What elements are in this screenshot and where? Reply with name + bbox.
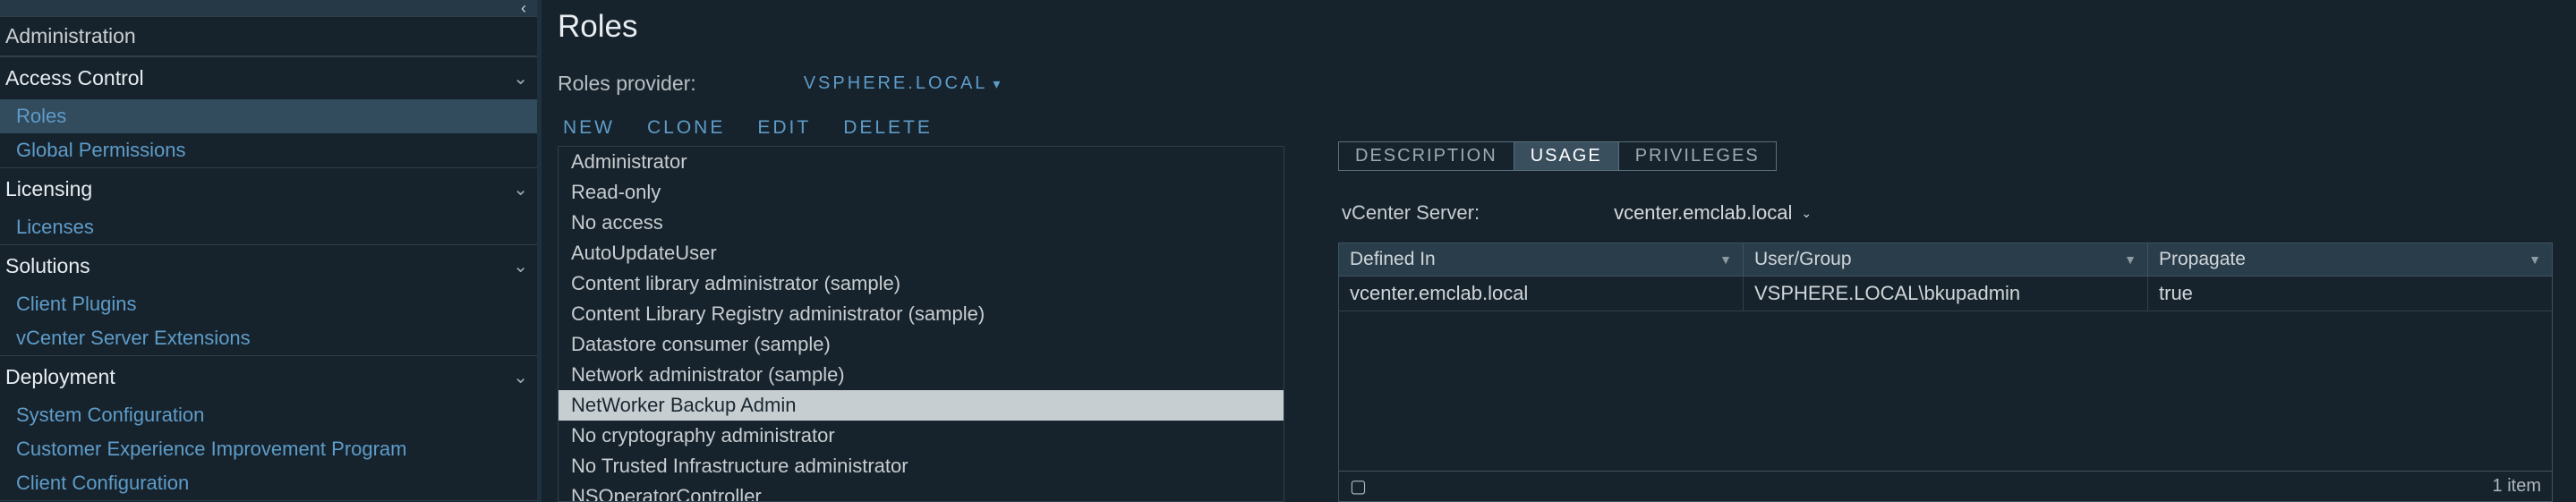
grid-empty-area [1338, 311, 2553, 471]
sidebar: ‹ Administration Access Control ⌄ RolesGlo… [0, 0, 537, 502]
chevron-left-icon: ‹ [521, 0, 526, 18]
table-cell: true [2148, 277, 2552, 311]
table-row[interactable]: vcenter.emclab.localVSPHERE.LOCAL\bkupad… [1338, 277, 2553, 311]
sidebar-item-client-plugins[interactable]: Client Plugins [0, 287, 537, 321]
export-icon: ▢ [1350, 475, 1367, 498]
filter-icon[interactable]: ▼ [2529, 252, 2541, 267]
role-item[interactable]: Datastore consumer (sample) [559, 329, 1284, 360]
role-item[interactable]: Content library administrator (sample) [559, 268, 1284, 299]
role-item[interactable]: Administrator [559, 147, 1284, 177]
role-item[interactable]: No access [559, 208, 1284, 238]
grid-header-label: Defined In [1350, 249, 1436, 270]
grid-header-label: User/Group [1754, 249, 1852, 270]
sidebar-nav: Administration Access Control ⌄ RolesGloba… [0, 16, 537, 502]
tab-usage[interactable]: USAGE [1514, 141, 1619, 171]
sidebar-item-vcenter-server-extensions[interactable]: vCenter Server Extensions [0, 321, 537, 355]
sidebar-section-label: Deployment [5, 365, 115, 389]
page-title: Roles [558, 9, 1284, 45]
table-cell: VSPHERE.LOCAL\bkupadmin [1744, 277, 2148, 311]
sidebar-collapse-button[interactable]: ‹ [0, 0, 537, 16]
delete-button[interactable]: DELETE [843, 117, 933, 139]
grid-footer: ▢ 1 item [1338, 471, 2553, 502]
sidebar-section-label: Licensing [5, 177, 92, 201]
sidebar-section-deployment[interactable]: Deployment ⌄ [0, 355, 537, 398]
grid-item-count: 1 item [2493, 476, 2541, 497]
roles-provider-label: Roles provider: [558, 72, 696, 96]
new-button[interactable]: NEW [563, 117, 615, 139]
chevron-down-icon: ⌄ [513, 255, 528, 277]
tab-description[interactable]: DESCRIPTION [1338, 141, 1514, 171]
filter-icon[interactable]: ▼ [2124, 252, 2137, 267]
detail-tabs: DESCRIPTION USAGE PRIVILEGES [1338, 141, 2553, 171]
role-item[interactable]: No Trusted Infrastructure administrator [559, 451, 1284, 481]
roles-list[interactable]: AdministratorRead-onlyNo accessAutoUpdat… [558, 146, 1284, 502]
roles-provider-value: VSPHERE.LOCAL [804, 73, 988, 94]
role-item[interactable]: Read-only [559, 177, 1284, 208]
role-item[interactable]: No cryptography administrator [559, 421, 1284, 451]
chevron-down-icon: ⌄ [1801, 206, 1812, 221]
vcenter-server-label: vCenter Server: [1342, 201, 1480, 225]
table-cell: vcenter.emclab.local [1339, 277, 1744, 311]
chevron-down-icon: ⌄ [513, 366, 528, 388]
grid-header-user-group[interactable]: User/Group ▼ [1744, 243, 2148, 276]
chevron-down-icon: ▾ [993, 75, 1002, 93]
roles-panel: Roles Roles provider: VSPHERE.LOCAL ▾ NE… [542, 0, 1284, 502]
role-item[interactable]: Network administrator (sample) [559, 360, 1284, 390]
sidebar-item-system-configuration[interactable]: System Configuration [0, 398, 537, 432]
edit-button[interactable]: EDIT [757, 117, 811, 139]
sidebar-section-licensing[interactable]: Licensing ⌄ [0, 167, 537, 210]
clone-button[interactable]: CLONE [647, 117, 725, 139]
sidebar-item-licenses[interactable]: Licenses [0, 210, 537, 244]
roles-provider-dropdown[interactable]: VSPHERE.LOCAL ▾ [804, 73, 1003, 94]
sidebar-item-global-permissions[interactable]: Global Permissions [0, 133, 537, 167]
role-item[interactable]: AutoUpdateUser [559, 238, 1284, 268]
sidebar-item-roles[interactable]: Roles [0, 99, 537, 133]
grid-header-defined-in[interactable]: Defined In ▼ [1339, 243, 1744, 276]
role-item[interactable]: Content Library Registry administrator (… [559, 299, 1284, 329]
grid-header-label: Propagate [2159, 249, 2246, 270]
vcenter-server-dropdown[interactable]: vcenter.emclab.local ⌄ [1614, 201, 1812, 225]
export-button[interactable]: ▢ [1350, 475, 1367, 498]
grid-header-row: Defined In ▼ User/Group ▼ Propagate ▼ [1338, 242, 2553, 277]
sidebar-item-customer-experience-improvement-program[interactable]: Customer Experience Improvement Program [0, 432, 537, 466]
sidebar-section-access-control[interactable]: Access Control ⌄ [0, 56, 537, 99]
sidebar-section-solutions[interactable]: Solutions ⌄ [0, 244, 537, 287]
sidebar-section-label: Solutions [5, 254, 90, 278]
chevron-down-icon: ⌄ [513, 178, 528, 200]
sidebar-item-client-configuration[interactable]: Client Configuration [0, 466, 537, 500]
role-item[interactable]: NSOperatorController [559, 481, 1284, 502]
role-item[interactable]: NetWorker Backup Admin [559, 390, 1284, 421]
vcenter-server-value: vcenter.emclab.local [1614, 201, 1792, 225]
usage-grid: Defined In ▼ User/Group ▼ Propagate ▼ vc… [1338, 242, 2553, 502]
sidebar-heading: Administration [0, 16, 537, 56]
sidebar-section-label: Access Control [5, 66, 144, 90]
chevron-down-icon: ⌄ [513, 67, 528, 89]
filter-icon[interactable]: ▼ [1719, 252, 1732, 267]
role-detail-panel: DESCRIPTION USAGE PRIVILEGES vCenter Ser… [1284, 0, 2576, 502]
tab-privileges[interactable]: PRIVILEGES [1618, 141, 1777, 171]
grid-header-propagate[interactable]: Propagate ▼ [2148, 243, 2552, 276]
